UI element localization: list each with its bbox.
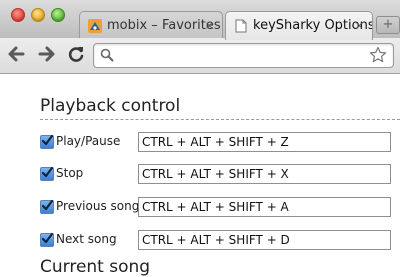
browser-toolbar <box>0 38 400 74</box>
shortcut-row-play-pause: Play/Pause <box>40 132 400 154</box>
close-window-button[interactable] <box>11 8 25 22</box>
mobix-favicon-icon <box>88 19 102 33</box>
reload-icon[interactable] <box>66 43 86 65</box>
previous-song-shortcut-input[interactable] <box>138 197 391 217</box>
options-page: Playback control Play/Pause Stop Previou… <box>0 74 400 277</box>
stop-checkbox[interactable] <box>40 166 54 181</box>
shortcut-row-next-song: Next song <box>40 230 400 252</box>
current-song-heading: Current song <box>40 257 151 277</box>
new-tab-button[interactable]: + <box>376 16 400 34</box>
checkmark-icon <box>41 134 54 146</box>
checkmark-icon <box>41 199 54 211</box>
next-song-shortcut-input[interactable] <box>138 230 391 250</box>
checkmark-icon <box>41 166 54 178</box>
next-song-label: Next song <box>56 232 117 246</box>
stop-label: Stop <box>56 166 84 180</box>
section-divider <box>40 119 400 120</box>
shortcut-row-previous-song: Previous song <box>40 197 400 219</box>
page-favicon-icon <box>235 19 247 33</box>
minimize-window-button[interactable] <box>31 8 45 22</box>
tab-close-icon[interactable]: × <box>205 12 214 39</box>
shortcut-row-stop: Stop <box>40 164 400 186</box>
tab-title: mobix – Favorites <box>107 18 221 33</box>
stop-shortcut-input[interactable] <box>138 164 391 184</box>
title-bar: mobix – Favorites × keySharky Options × … <box>0 0 400 40</box>
back-arrow-icon[interactable] <box>6 43 26 65</box>
next-song-checkbox[interactable] <box>40 232 54 247</box>
playback-control-heading: Playback control <box>40 96 181 116</box>
forward-arrow-icon[interactable] <box>37 43 57 65</box>
previous-song-label: Previous song <box>56 199 140 213</box>
zoom-window-button[interactable] <box>51 8 65 22</box>
tab-close-icon[interactable]: × <box>355 12 364 39</box>
address-bar[interactable] <box>93 43 394 68</box>
search-icon <box>100 48 114 62</box>
tab-keysharky-options[interactable]: keySharky Options × <box>225 11 373 40</box>
bookmark-star-icon[interactable] <box>369 46 387 64</box>
tab-mobix-favorites[interactable]: mobix – Favorites × <box>79 11 223 39</box>
play-pause-shortcut-input[interactable] <box>138 132 391 152</box>
checkmark-icon <box>41 232 54 244</box>
play-pause-checkbox[interactable] <box>40 134 54 149</box>
previous-song-checkbox[interactable] <box>40 199 54 214</box>
play-pause-label: Play/Pause <box>56 134 121 148</box>
